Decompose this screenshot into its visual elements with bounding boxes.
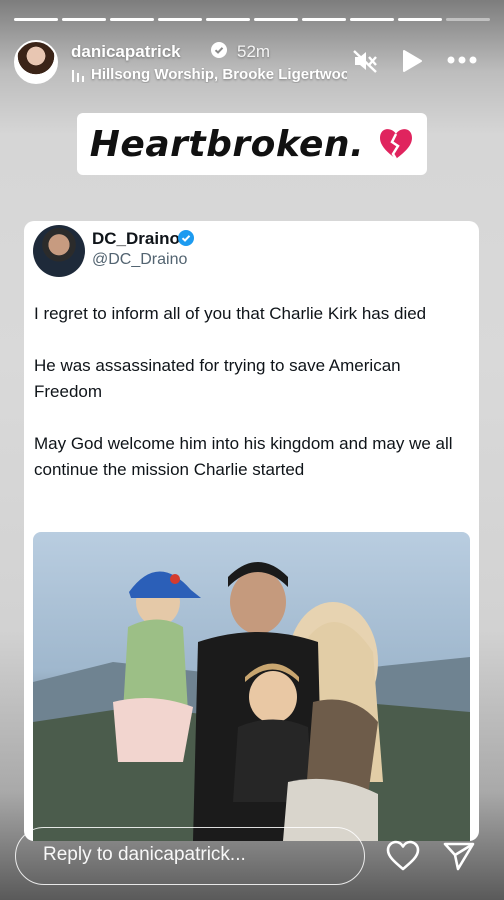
more-dots-icon[interactable]: [446, 55, 478, 65]
speaker-muted-icon[interactable]: [352, 48, 378, 74]
time-ago: 52m: [237, 42, 271, 61]
reply-input[interactable]: Reply to danicapatrick...: [15, 827, 365, 885]
music-track: Hillsong Worship, Brooke Ligertwood: [91, 66, 347, 83]
story-progress-bar: [14, 18, 490, 21]
tweet-card[interactable]: DC_Draino @DC_Draino I regret to inform …: [24, 221, 479, 841]
progress-segment: [14, 18, 58, 21]
play-icon[interactable]: [400, 48, 424, 74]
music-bars-icon: [72, 70, 84, 83]
heart-outline-icon[interactable]: [386, 840, 420, 872]
progress-segment: [254, 18, 298, 21]
progress-segment: [398, 18, 442, 21]
text-sticker: Heartbroken.: [77, 113, 427, 175]
sticker-text: Heartbroken.: [89, 123, 365, 165]
progress-segment: [446, 18, 490, 21]
broken-heart-icon: [380, 129, 413, 160]
story-header: danicapatrick 52m Hillsong Worship, Broo…: [14, 38, 490, 88]
tweet-text: I regret to inform all of you that Charl…: [34, 301, 464, 509]
verified-badge-icon: [178, 230, 194, 246]
tweet-paragraph: I regret to inform all of you that Charl…: [34, 304, 427, 323]
progress-segment: [110, 18, 154, 21]
tweet-author-handle: @DC_Draino: [92, 251, 188, 268]
verified-badge-icon: [211, 42, 227, 58]
tweet-author-name: DC_Draino: [92, 229, 180, 248]
music-label[interactable]: Hillsong Worship, Brooke Ligertwood: [71, 66, 347, 83]
username[interactable]: danicapatrick: [71, 42, 181, 62]
progress-segment: [62, 18, 106, 21]
reply-placeholder: Reply to danicapatrick...: [43, 844, 246, 865]
profile-avatar[interactable]: [14, 40, 58, 84]
progress-segment: [302, 18, 346, 21]
send-icon[interactable]: [442, 840, 476, 872]
progress-segment: [158, 18, 202, 21]
tweet-paragraph: May God welcome him into his kingdom and…: [34, 434, 453, 479]
progress-segment: [206, 18, 250, 21]
progress-segment: [350, 18, 394, 21]
family-photo-illustration: [33, 562, 470, 841]
tweet-photo: [33, 532, 470, 841]
tweet-paragraph: He was assassinated for trying to save A…: [34, 356, 401, 401]
tweet-author-avatar: [33, 225, 85, 277]
